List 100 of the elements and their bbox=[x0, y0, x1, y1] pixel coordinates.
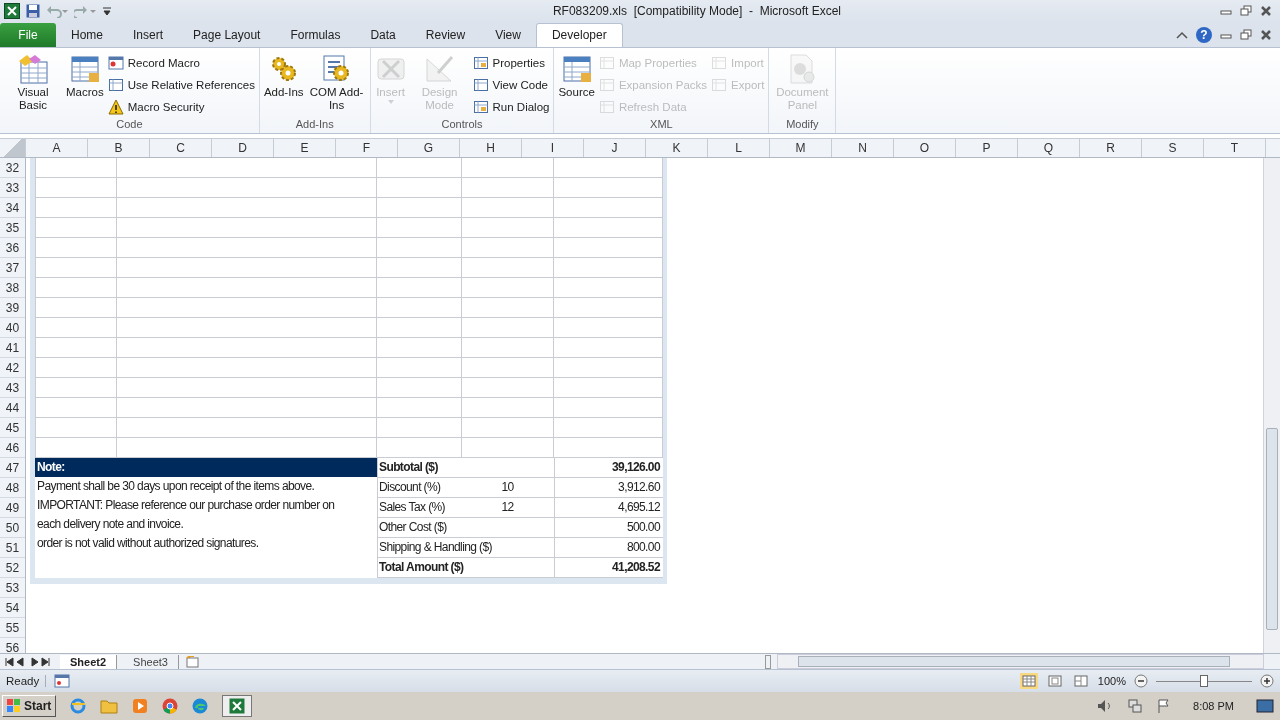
row-header[interactable]: 47 bbox=[0, 458, 25, 479]
redo-icon[interactable] bbox=[74, 3, 96, 18]
column-header[interactable]: A bbox=[26, 139, 88, 158]
column-header[interactable]: J bbox=[584, 139, 646, 158]
row-header[interactable]: 32 bbox=[0, 158, 25, 179]
row-header[interactable]: 33 bbox=[0, 178, 25, 199]
ribbon-button[interactable]: Record Macro bbox=[107, 53, 255, 73]
column-header[interactable]: P bbox=[956, 139, 1018, 158]
row-header[interactable]: 35 bbox=[0, 218, 25, 239]
zoom-level[interactable]: 100% bbox=[1097, 675, 1126, 688]
row-header[interactable]: 41 bbox=[0, 338, 25, 359]
column-header[interactable]: K bbox=[646, 139, 708, 158]
row-header[interactable]: 53 bbox=[0, 578, 25, 599]
help-button[interactable]: ? bbox=[1196, 26, 1212, 43]
insert-sheet-icon[interactable] bbox=[184, 655, 201, 668]
spreadsheet-app-icon[interactable] bbox=[229, 698, 246, 715]
row-header[interactable]: 37 bbox=[0, 258, 25, 279]
normal-view-icon[interactable] bbox=[1019, 673, 1038, 690]
ribbon-button[interactable]: View Code bbox=[472, 75, 550, 95]
restore-icon[interactable] bbox=[1240, 4, 1252, 17]
ribbon-button[interactable]: Properties bbox=[472, 53, 550, 73]
column-header[interactable]: G bbox=[398, 139, 460, 158]
column-header[interactable]: C bbox=[150, 139, 212, 158]
ribbon-button[interactable]: Use Relative References bbox=[107, 75, 255, 95]
document-icon bbox=[711, 77, 728, 94]
browser-icon[interactable] bbox=[70, 698, 87, 715]
ribbon-button[interactable]: Run Dialog bbox=[472, 97, 550, 117]
column-header[interactable]: E bbox=[274, 139, 336, 158]
ribbon-tab[interactable]: Home bbox=[56, 22, 118, 47]
column-header[interactable]: S bbox=[1142, 139, 1204, 158]
column-header[interactable]: H bbox=[460, 139, 522, 158]
zoom-out-icon[interactable] bbox=[1134, 674, 1148, 689]
row-header[interactable]: 34 bbox=[0, 198, 25, 219]
document-icon bbox=[107, 77, 124, 94]
show-desktop-icon[interactable] bbox=[1256, 698, 1274, 715]
ribbon-tab[interactable]: Formulas bbox=[275, 22, 356, 47]
row-header[interactable]: 40 bbox=[0, 318, 25, 339]
row-header[interactable]: 54 bbox=[0, 598, 25, 619]
page-layout-view-icon[interactable] bbox=[1045, 673, 1064, 690]
browser-icon[interactable] bbox=[162, 698, 179, 715]
clock[interactable]: 8:08 PM bbox=[1185, 700, 1242, 713]
restore-icon[interactable] bbox=[1240, 28, 1252, 41]
column-header[interactable]: F bbox=[336, 139, 398, 158]
row-header[interactable]: 49 bbox=[0, 498, 25, 519]
row-header[interactable]: 52 bbox=[0, 558, 25, 579]
save-icon[interactable] bbox=[26, 3, 40, 18]
ribbon-button[interactable]: Add-Ins bbox=[263, 49, 304, 119]
ribbon-tab[interactable]: Data bbox=[355, 22, 411, 47]
ribbon-tab[interactable]: Insert bbox=[118, 22, 179, 47]
horizontal-scrollbar[interactable] bbox=[776, 654, 1264, 670]
column-header[interactable]: I bbox=[522, 139, 584, 158]
group-label: XML bbox=[649, 118, 674, 133]
media-player-icon[interactable] bbox=[132, 698, 149, 715]
file-tab[interactable]: File bbox=[0, 22, 56, 47]
ribbon-tab[interactable]: Page Layout bbox=[178, 22, 276, 47]
sheet-tab[interactable]: Sheet3 bbox=[123, 654, 179, 669]
flag-icon[interactable] bbox=[1157, 699, 1172, 714]
column-header[interactable]: T bbox=[1204, 139, 1266, 158]
sheet-tab[interactable]: Sheet2 bbox=[60, 654, 118, 669]
column-header[interactable]: R bbox=[1080, 139, 1142, 158]
column-header[interactable]: L bbox=[708, 139, 770, 158]
record-macro-icon[interactable] bbox=[54, 674, 71, 689]
ribbon-button[interactable]: Macro Security bbox=[107, 97, 255, 117]
column-header[interactable]: B bbox=[88, 139, 150, 158]
ribbon-tab[interactable]: Review bbox=[410, 22, 481, 47]
row-header[interactable]: 44 bbox=[0, 398, 25, 419]
column-header[interactable]: Q bbox=[1018, 139, 1080, 158]
close-icon[interactable] bbox=[1260, 28, 1272, 41]
ribbon-tab[interactable]: View bbox=[480, 22, 536, 47]
close-icon[interactable] bbox=[1260, 4, 1272, 17]
row-header[interactable]: 39 bbox=[0, 298, 25, 319]
ribbon-button[interactable]: Macros bbox=[66, 49, 104, 119]
row-header[interactable]: 46 bbox=[0, 438, 25, 459]
collapse-ribbon-icon[interactable] bbox=[1176, 29, 1188, 40]
column-header[interactable]: D bbox=[212, 139, 274, 158]
column-header[interactable]: N bbox=[832, 139, 894, 158]
row-header[interactable]: 48 bbox=[0, 478, 25, 499]
column-header[interactable]: O bbox=[894, 139, 956, 158]
network-icon[interactable] bbox=[1127, 699, 1144, 714]
row-header[interactable]: 38 bbox=[0, 278, 25, 299]
row-header[interactable]: 50 bbox=[0, 518, 25, 539]
column-header[interactable]: M bbox=[770, 139, 832, 158]
row-header[interactable]: 45 bbox=[0, 418, 25, 439]
page-break-view-icon[interactable] bbox=[1071, 673, 1090, 690]
row-header[interactable]: 51 bbox=[0, 538, 25, 559]
row-header[interactable]: 55 bbox=[0, 618, 25, 639]
table-cell-text: Other Cost ($) bbox=[378, 519, 448, 537]
ribbon-button[interactable]: Visual Basic bbox=[4, 49, 62, 119]
spreadsheet-app-icon[interactable] bbox=[4, 2, 20, 19]
browser-icon[interactable] bbox=[192, 698, 209, 715]
vertical-scrollbar[interactable] bbox=[1263, 158, 1280, 654]
ribbon-tab[interactable]: Developer bbox=[535, 22, 623, 47]
zoom-in-icon[interactable] bbox=[1260, 674, 1274, 689]
ribbon-button[interactable]: COM Add-Ins bbox=[307, 49, 366, 119]
row-header[interactable]: 43 bbox=[0, 378, 25, 399]
ribbon-button[interactable]: Source bbox=[558, 49, 595, 119]
row-header[interactable]: 36 bbox=[0, 238, 25, 259]
start-button[interactable]: Start bbox=[2, 695, 57, 718]
group-label: Modify bbox=[785, 118, 820, 133]
row-header[interactable]: 42 bbox=[0, 358, 25, 379]
